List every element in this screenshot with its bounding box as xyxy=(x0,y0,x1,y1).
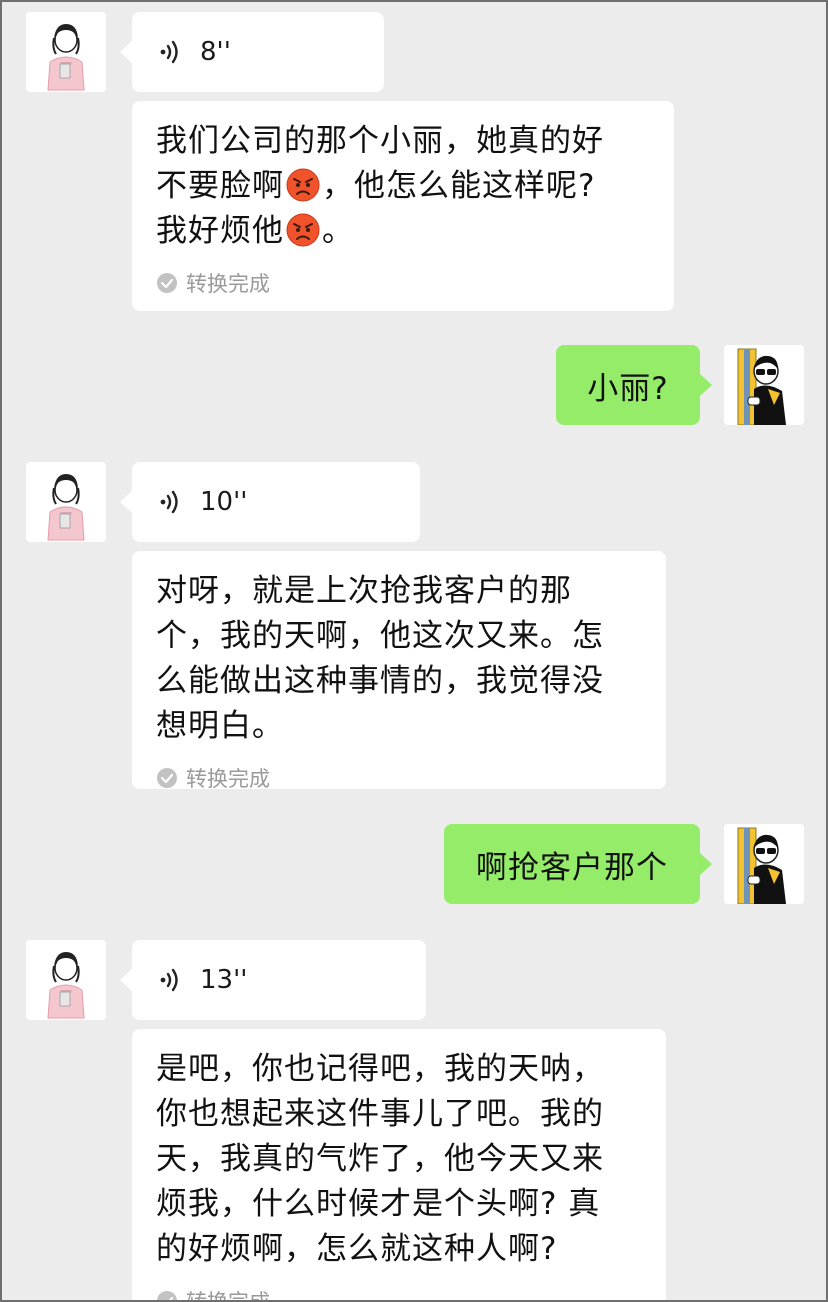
conversion-status-text: 转换完成 xyxy=(186,767,270,791)
transcript-line: 不要脸啊 xyxy=(156,168,284,204)
conversion-status: 转换完成 xyxy=(156,1286,642,1302)
transcript-line: 我好烦他 xyxy=(156,213,284,249)
contact-avatar[interactable] xyxy=(26,12,106,92)
conversion-status: 转换完成 xyxy=(156,268,650,298)
angry-face-emoji xyxy=(286,168,320,202)
voice-transcript-bubble[interactable]: 我们公司的那个小丽，她真的好 不要脸啊 ，他怎么能这样呢? 我好烦他 。 转换完… xyxy=(132,101,674,311)
transcript-text: 是吧，你也记得吧，我的天呐， 你也想起来这件事儿了吧。我的 天，我真的气炸了，他… xyxy=(156,1047,642,1272)
transcript-text: 对呀，就是上次抢我客户的那 个，我的天啊，他这次又来。怎 么能做出这种事情的，我… xyxy=(156,569,642,749)
sent-message-text: 小丽? xyxy=(587,370,669,407)
transcript-line: ，他怎么能这样呢? xyxy=(322,168,596,204)
transcript-line: 是吧，你也记得吧，我的天呐， xyxy=(156,1051,604,1087)
voice-duration: 8'' xyxy=(200,37,231,67)
voice-wave-icon xyxy=(160,40,178,64)
voice-message-bubble[interactable]: 13'' xyxy=(120,940,426,1020)
transcript-line: 我们公司的那个小丽，她真的好 xyxy=(156,123,604,159)
girl-avatar-icon xyxy=(26,462,106,542)
check-circle-icon xyxy=(157,273,177,293)
voice-transcript-bubble[interactable]: 是吧，你也记得吧，我的天呐， 你也想起来这件事儿了吧。我的 天，我真的气炸了，他… xyxy=(132,1029,666,1302)
transcript-line: 天，我真的气炸了，他今天又来 xyxy=(156,1141,604,1177)
check-circle-icon xyxy=(157,1291,177,1300)
check-circle-icon xyxy=(157,768,177,788)
contact-avatar[interactable] xyxy=(26,940,106,1020)
sent-message-bubble[interactable]: 啊抢客户那个 xyxy=(444,824,712,904)
voice-message-bubble[interactable]: 10'' xyxy=(120,462,420,542)
transcript-line: 对呀，就是上次抢我客户的那 xyxy=(156,573,572,609)
transcript-line: 个，我的天啊，他这次又来。怎 xyxy=(156,618,604,654)
transcript-line: 想明白。 xyxy=(156,708,284,744)
voice-duration: 13'' xyxy=(200,965,248,995)
girl-avatar-icon xyxy=(26,12,106,92)
conversion-status: 转换完成 xyxy=(156,763,642,793)
voice-transcript-bubble[interactable]: 对呀，就是上次抢我客户的那 个，我的天啊，他这次又来。怎 么能做出这种事情的，我… xyxy=(132,551,666,791)
sunglasses-man-avatar-icon xyxy=(724,345,804,425)
voice-wave-icon xyxy=(160,490,178,514)
conversion-status-text: 转换完成 xyxy=(186,1290,270,1302)
voice-wave-icon xyxy=(160,968,178,992)
transcript-line: 么能做出这种事情的，我觉得没 xyxy=(156,663,604,699)
voice-duration: 10'' xyxy=(200,487,248,517)
angry-face-emoji xyxy=(286,213,320,247)
girl-avatar-icon xyxy=(26,940,106,1020)
transcript-line: 。 xyxy=(322,213,354,249)
sent-message-text: 啊抢客户那个 xyxy=(476,849,668,886)
conversion-status-text: 转换完成 xyxy=(186,272,270,296)
transcript-line: 烦我，什么时候才是个头啊? 真 xyxy=(156,1186,601,1222)
transcript-line: 你也想起来这件事儿了吧。我的 xyxy=(156,1096,604,1132)
transcript-text: 我们公司的那个小丽，她真的好 不要脸啊 ，他怎么能这样呢? 我好烦他 。 xyxy=(156,119,650,254)
sent-message-bubble[interactable]: 小丽? xyxy=(556,345,712,425)
transcript-line: 的好烦啊，怎么就这种人啊? xyxy=(156,1231,558,1267)
my-avatar[interactable] xyxy=(724,824,804,904)
voice-message-bubble[interactable]: 8'' xyxy=(120,12,384,92)
chat-window: 8'' 我们公司的那个小丽，她真的好 不要脸啊 ，他怎么能这样呢? 我好烦他 。… xyxy=(0,0,828,1302)
my-avatar[interactable] xyxy=(724,345,804,425)
contact-avatar[interactable] xyxy=(26,462,106,542)
sunglasses-man-avatar-icon xyxy=(724,824,804,904)
